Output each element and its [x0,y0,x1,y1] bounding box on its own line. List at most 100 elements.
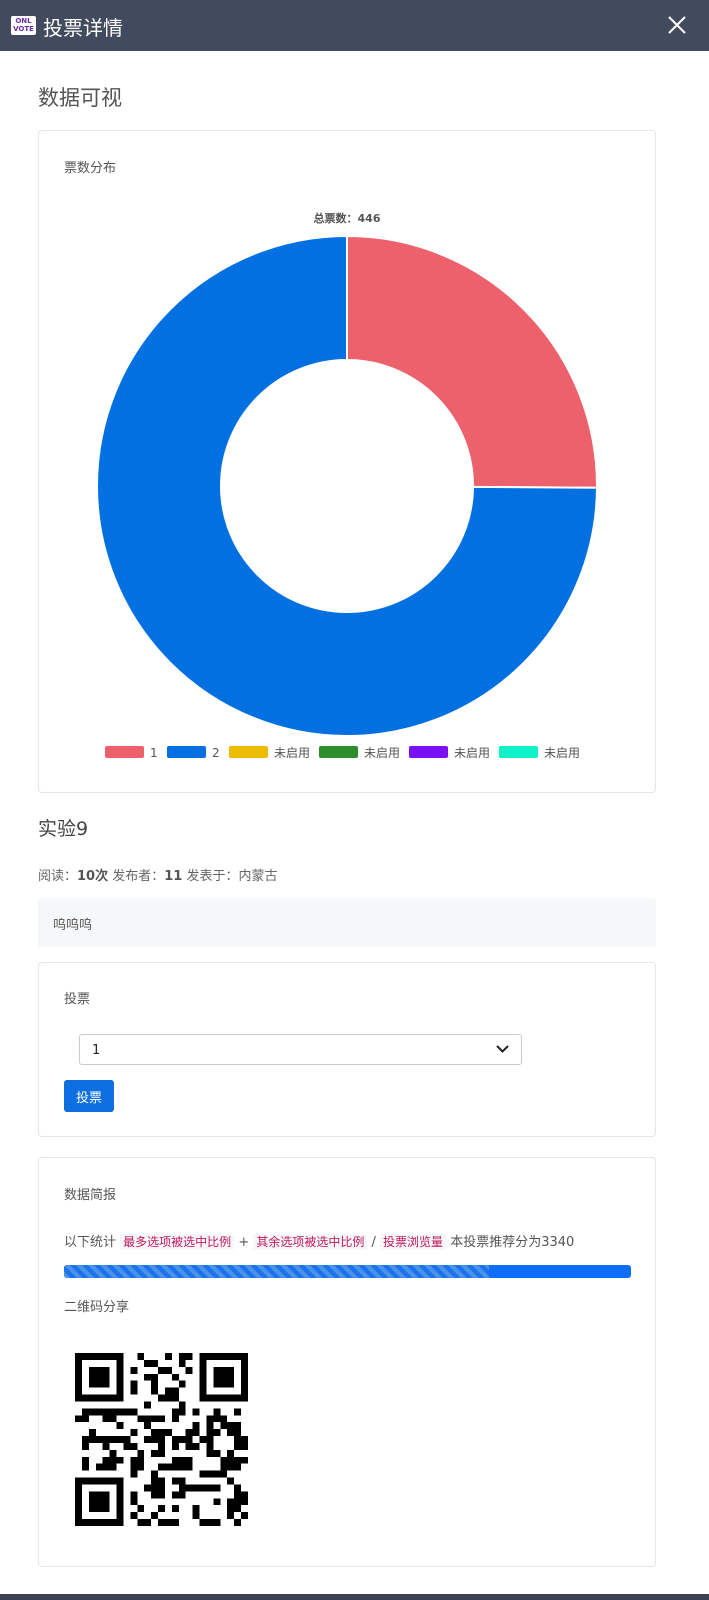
qr-module [102,1519,110,1526]
qr-module [144,1436,152,1443]
publisher-value: 11 [164,869,183,884]
legend-item[interactable]: 未启用 [319,746,400,760]
qr-module [199,1353,207,1360]
qr-module [130,1380,138,1388]
qr-module [102,1373,110,1381]
qr-module [199,1470,207,1478]
qr-module [206,1470,214,1478]
stat-formula: 以下统计 最多选项被选中比例 + 其余选项被选中比例 / 投票浏览量 本投票推荐… [64,1231,574,1250]
qr-module [234,1394,242,1402]
qr-module [75,1491,82,1499]
qr-module [171,1387,179,1395]
qr-module [109,1436,117,1443]
qr-module [178,1436,186,1443]
legend-item[interactable]: 未启用 [229,746,310,760]
qr-module [123,1408,131,1416]
qr-module [241,1353,248,1360]
qr-module [171,1505,179,1513]
qr-module [199,1519,207,1526]
legend-swatch [167,746,206,758]
legend-swatch [409,746,448,758]
stat-slash: / [371,1235,376,1250]
qr-module [109,1408,117,1416]
qr-module [241,1387,248,1395]
qr-module [130,1429,138,1437]
qr-module [220,1422,228,1430]
score-text: 本投票推荐分为3340 [450,1235,575,1250]
qr-module [164,1519,172,1526]
qr-module [130,1442,138,1450]
qr-module [234,1442,242,1450]
qr-module [116,1484,124,1492]
qr-module [192,1442,200,1450]
qr-module [171,1463,179,1471]
qr-module [206,1429,214,1437]
vote-button[interactable]: 投票 [64,1080,114,1112]
qr-module [102,1436,110,1443]
qr-module [75,1394,82,1402]
qr-module [102,1366,110,1374]
qr-module [75,1484,82,1492]
qr-module [123,1442,131,1450]
qr-module [227,1380,235,1388]
qr-module [199,1359,207,1367]
qr-module [137,1353,145,1360]
qr-module [185,1353,193,1360]
qr-module [185,1484,193,1492]
qr-module [116,1519,124,1526]
stat-code-max: 最多选项被选中比例 [120,1234,235,1250]
qr-module [116,1359,124,1367]
qr-module [116,1380,124,1388]
qr-module [102,1394,110,1402]
donut-chart: 总票数：446 1 2 未启用 未启用 未启用 未启用 [96,211,599,760]
qr-label: 二维码分享 [64,1300,130,1315]
selected-option: 1 [92,1043,101,1058]
qr-module [234,1505,242,1513]
qr-module [151,1491,159,1499]
qr-module [213,1373,221,1381]
qr-module [88,1491,96,1499]
vote-option-select[interactable]: 1 [79,1034,522,1065]
scrollbar[interactable] [697,51,709,1594]
qr-module [158,1463,165,1471]
qr-module [171,1519,179,1526]
qr-module [81,1415,89,1423]
qr-module [151,1477,159,1485]
qr-module [158,1477,165,1485]
qr-module [102,1463,110,1471]
qr-module [158,1449,165,1457]
qr-module [158,1366,165,1374]
qr-module [75,1380,82,1388]
legend-swatch [105,746,144,758]
qr-module [151,1415,159,1423]
qr-module [130,1408,138,1416]
qr-module [116,1422,124,1430]
legend-label: 1 [150,746,158,760]
legend-label: 未启用 [544,746,580,760]
qr-module [171,1477,179,1485]
qr-module [199,1387,207,1395]
legend-item[interactable]: 未启用 [499,746,580,760]
close-icon[interactable] [666,14,688,36]
qr-module [102,1505,110,1513]
qr-module [220,1415,228,1423]
qr-module [199,1373,207,1381]
qr-module [220,1373,228,1381]
qr-module [88,1505,96,1513]
qr-module [116,1366,124,1374]
legend-item[interactable]: 2 [167,746,220,760]
qr-module [227,1422,235,1430]
qr-module [102,1408,110,1416]
qr-module [241,1380,248,1388]
qr-module [130,1470,138,1478]
qr-module [116,1491,124,1499]
legend-item[interactable]: 未启用 [409,746,490,760]
qr-module [144,1359,152,1367]
qr-module [95,1373,103,1381]
qr-module [116,1436,124,1443]
legend-item[interactable]: 1 [105,746,158,760]
qr-module [213,1429,221,1437]
qr-module [206,1415,214,1423]
qr-module [171,1491,179,1499]
pie-slice-1[interactable] [346,234,598,489]
